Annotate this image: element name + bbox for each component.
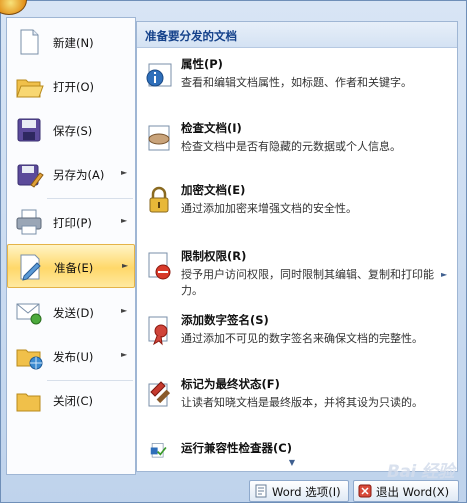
item-mark-final[interactable]: 标记为最终状态(F) 让读者知晓文档是最终版本，并将其设为只读的。 bbox=[137, 376, 457, 430]
item-description: 授予用户访问权限，同时限制其编辑、复制和打印能力。 bbox=[181, 268, 434, 297]
close-folder-icon bbox=[16, 393, 41, 412]
divider bbox=[47, 198, 133, 199]
cmd-print[interactable]: 打印(P) ► bbox=[7, 200, 135, 244]
word-options-label: Word 选项(I) bbox=[272, 485, 341, 499]
digital-signature-icon bbox=[148, 316, 168, 346]
cmd-save-label: 保存(S) bbox=[53, 124, 93, 138]
exit-word-button[interactable]: 退出 Word(X) bbox=[353, 480, 459, 502]
office-menu-window: 新建(N) 打开(O) 保存(S) 另存为(A) ► 打印(P) ► 准备(E)… bbox=[0, 0, 467, 503]
compatibility-checker-icon bbox=[150, 443, 167, 458]
cmd-save[interactable]: 保存(S) bbox=[7, 108, 135, 152]
cmd-save-as-label: 另存为(A) bbox=[53, 168, 105, 182]
item-description: 查看和编辑文档属性，如标题、作者和关键字。 bbox=[181, 76, 412, 89]
cmd-open-label: 打开(O) bbox=[53, 80, 95, 94]
cmd-open[interactable]: 打开(O) bbox=[7, 64, 135, 108]
submenu-arrow-icon: ► bbox=[121, 216, 128, 225]
cmd-save-as[interactable]: 另存为(A) ► bbox=[7, 152, 135, 196]
prepare-submenu-panel: 准备要分发的文档 属性(P) 查看和编辑文档属性，如标题、作者和关键字。 检查文… bbox=[136, 21, 458, 472]
cmd-print-label: 打印(P) bbox=[53, 216, 92, 230]
printer-icon bbox=[16, 209, 42, 235]
open-folder-icon bbox=[16, 79, 44, 98]
submenu-arrow-icon: ► bbox=[122, 261, 129, 270]
exit-word-label: 退出 Word(X) bbox=[376, 485, 450, 499]
item-properties[interactable]: 属性(P) 查看和编辑文档属性，如标题、作者和关键字。 bbox=[137, 56, 457, 108]
mark-final-icon bbox=[148, 381, 171, 407]
save-as-icon bbox=[17, 164, 44, 188]
item-description: 让读者知晓文档是最终版本，并将其设为只读的。 bbox=[181, 396, 423, 409]
submenu-arrow-icon: ► bbox=[121, 306, 128, 315]
item-description: 检查文档中是否有隐藏的元数据或个人信息。 bbox=[181, 140, 401, 153]
cmd-send-label: 发送(D) bbox=[53, 306, 94, 320]
publish-icon bbox=[16, 349, 43, 370]
cmd-send[interactable]: 发送(D) ► bbox=[7, 290, 135, 334]
encrypt-lock-icon bbox=[149, 186, 169, 213]
panel-title: 准备要分发的文档 bbox=[145, 29, 237, 43]
item-encrypt[interactable]: 加密文档(E) 通过添加加密来增强文档的安全性。 bbox=[137, 182, 457, 228]
office-button-icon[interactable] bbox=[0, 0, 27, 15]
cmd-close[interactable]: 关闭(C) bbox=[7, 378, 135, 422]
cmd-new-label: 新建(N) bbox=[53, 36, 94, 50]
watermark: Bai 经验 bbox=[387, 462, 455, 482]
item-description: 通过添加加密来增强文档的安全性。 bbox=[181, 202, 357, 215]
panel-header: 准备要分发的文档 bbox=[137, 22, 457, 48]
item-inspect[interactable]: 检查文档(I) 检查文档中是否有隐藏的元数据或个人信息。 bbox=[137, 120, 457, 166]
cmd-publish[interactable]: 发布(U) ► bbox=[7, 334, 135, 378]
properties-icon bbox=[146, 63, 172, 87]
cmd-new[interactable]: 新建(N) bbox=[7, 20, 135, 64]
item-restrict[interactable]: 限制权限(R) 授予用户访问权限，同时限制其编辑、复制和打印能力。 bbox=[137, 248, 457, 306]
cmd-prepare[interactable]: 准备(E) ► bbox=[7, 244, 135, 288]
send-icon bbox=[16, 303, 42, 325]
exit-icon bbox=[358, 484, 372, 498]
item-title: 加密文档(E) bbox=[181, 183, 246, 197]
scroll-down-icon[interactable]: ▼ bbox=[277, 458, 307, 470]
item-title: 检查文档(I) bbox=[181, 121, 242, 135]
expand-right-icon[interactable]: ► bbox=[441, 270, 447, 279]
command-list: 新建(N) 打开(O) 保存(S) 另存为(A) ► 打印(P) ► 准备(E)… bbox=[6, 17, 136, 475]
document-options-icon bbox=[255, 484, 267, 498]
item-title: 属性(P) bbox=[181, 57, 223, 71]
cmd-close-label: 关闭(C) bbox=[53, 394, 94, 408]
item-description: 通过添加不可见的数字签名来确保文档的完整性。 bbox=[181, 332, 423, 345]
item-title: 限制权限(R) bbox=[181, 249, 247, 263]
item-title: 标记为最终状态(F) bbox=[181, 377, 280, 391]
submenu-arrow-icon: ► bbox=[121, 350, 128, 359]
restrict-permission-icon bbox=[148, 252, 171, 280]
word-options-button[interactable]: Word 选项(I) bbox=[249, 480, 349, 502]
item-title: 运行兼容性检查器(C) bbox=[181, 441, 292, 455]
item-digital-signature[interactable]: 添加数字签名(S) 通过添加不可见的数字签名来确保文档的完整性。 bbox=[137, 312, 457, 366]
new-document-icon bbox=[20, 29, 39, 55]
save-disk-icon bbox=[17, 118, 41, 142]
cmd-prepare-label: 准备(E) bbox=[54, 261, 94, 275]
inspect-document-icon bbox=[148, 125, 170, 151]
prepare-icon bbox=[20, 254, 41, 281]
cmd-publish-label: 发布(U) bbox=[53, 350, 94, 364]
item-title: 添加数字签名(S) bbox=[181, 313, 269, 327]
submenu-arrow-icon: ► bbox=[121, 168, 128, 177]
